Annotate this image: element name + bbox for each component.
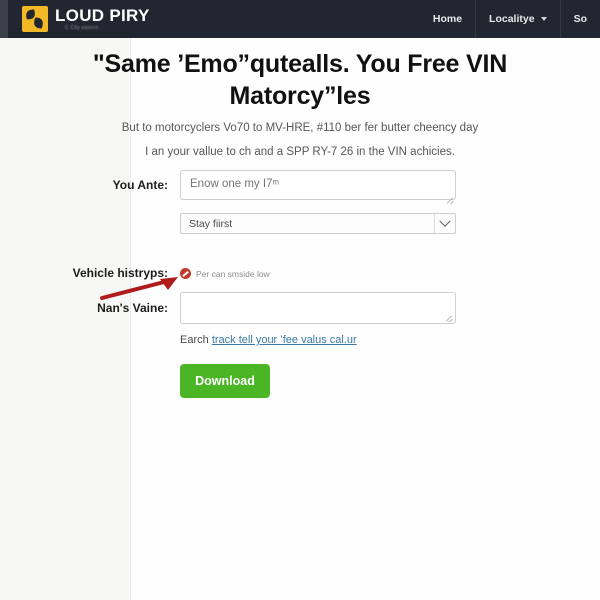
field-group-you-ante: Stay fiirst: [180, 170, 456, 234]
form-row-vehicle-histryps: Vehicle histryps: Per can smside low: [62, 266, 456, 280]
nav-item-home[interactable]: Home: [420, 0, 475, 38]
validation-message: Per can smside low: [180, 268, 456, 279]
nav-item-home-label: Home: [432, 13, 463, 25]
brand-text-block: LOUD PIRY C City oassco: [55, 7, 150, 31]
resize-handle-icon[interactable]: [445, 313, 453, 321]
error-slash-icon: [180, 268, 191, 279]
field-group-error: Per can smside low: [180, 266, 456, 279]
page-subtitle-line2: I an your vallue to ch and a SPP RY-7 26…: [145, 146, 455, 159]
navbar-left-accent: [0, 0, 8, 38]
vehicle-select-value: Stay fiirst: [189, 217, 233, 230]
form-row-you-ante: You Ante: Stay fiirst: [62, 170, 456, 234]
field-group-nans-vaine: Earch track tell your ’fee valus cal.ur …: [180, 292, 456, 398]
nans-vaine-input[interactable]: [180, 292, 456, 324]
navbar-menu: Home Localitye So: [420, 0, 600, 38]
validation-message-text: Per can smside low: [196, 268, 270, 279]
page-root: LOUD PIRY C City oassco Home Localitye S…: [0, 0, 600, 600]
helper-text: Earch track tell your ’fee valus cal.ur: [180, 334, 456, 346]
vehicle-select[interactable]: Stay fiirst: [180, 213, 456, 234]
page-title-line2: Matorcy”les: [229, 82, 371, 110]
select-arrow-box[interactable]: [434, 214, 455, 233]
download-button[interactable]: Download: [180, 364, 270, 398]
label-you-ante: You Ante:: [112, 178, 168, 192]
page-title-line1: "Same ’Emo”qutealls. You Free VIN: [92, 50, 508, 78]
chevron-down-icon: [540, 17, 547, 21]
brand-tagline: C City oassco: [65, 25, 99, 31]
page-subtitle-line1: But to motorcyclers Vo70 to MV-HRE, #110…: [121, 122, 479, 134]
page-body: "Same ’Emo”qutealls. You Free VIN Matorc…: [0, 38, 600, 600]
label-vehicle-histryps: Vehicle histryps:: [72, 266, 168, 280]
nav-item-localitye-label: Localitye: [489, 13, 535, 25]
nav-item-so-label: So: [573, 13, 587, 25]
brand-logo[interactable]: LOUD PIRY C City oassco: [22, 6, 150, 32]
form-row-nans-vaine: Nan's Vaine: Earch track tell your ’fee …: [62, 292, 456, 398]
page-title: "Same ’Emo”qutealls. You Free VIN Matorc…: [0, 48, 600, 112]
you-ante-textarea[interactable]: [180, 170, 456, 200]
logo-shape-lower: [33, 17, 44, 29]
top-navbar: LOUD PIRY C City oassco Home Localitye S…: [0, 0, 600, 38]
helper-link[interactable]: track tell your ’fee valus cal.ur: [212, 334, 357, 346]
label-nans-vaine: Nan's Vaine:: [97, 301, 168, 315]
page-subtitle: But to motorcyclers Vo70 to MV-HRE, #110…: [0, 116, 600, 164]
nav-item-so[interactable]: So: [559, 0, 600, 38]
chevron-down-icon: [439, 215, 451, 227]
nav-item-localitye[interactable]: Localitye: [475, 0, 560, 38]
brand-name: LOUD PIRY: [55, 6, 150, 25]
logo-mark-icon: [22, 6, 48, 32]
helper-text-prefix: Earch: [180, 334, 209, 346]
